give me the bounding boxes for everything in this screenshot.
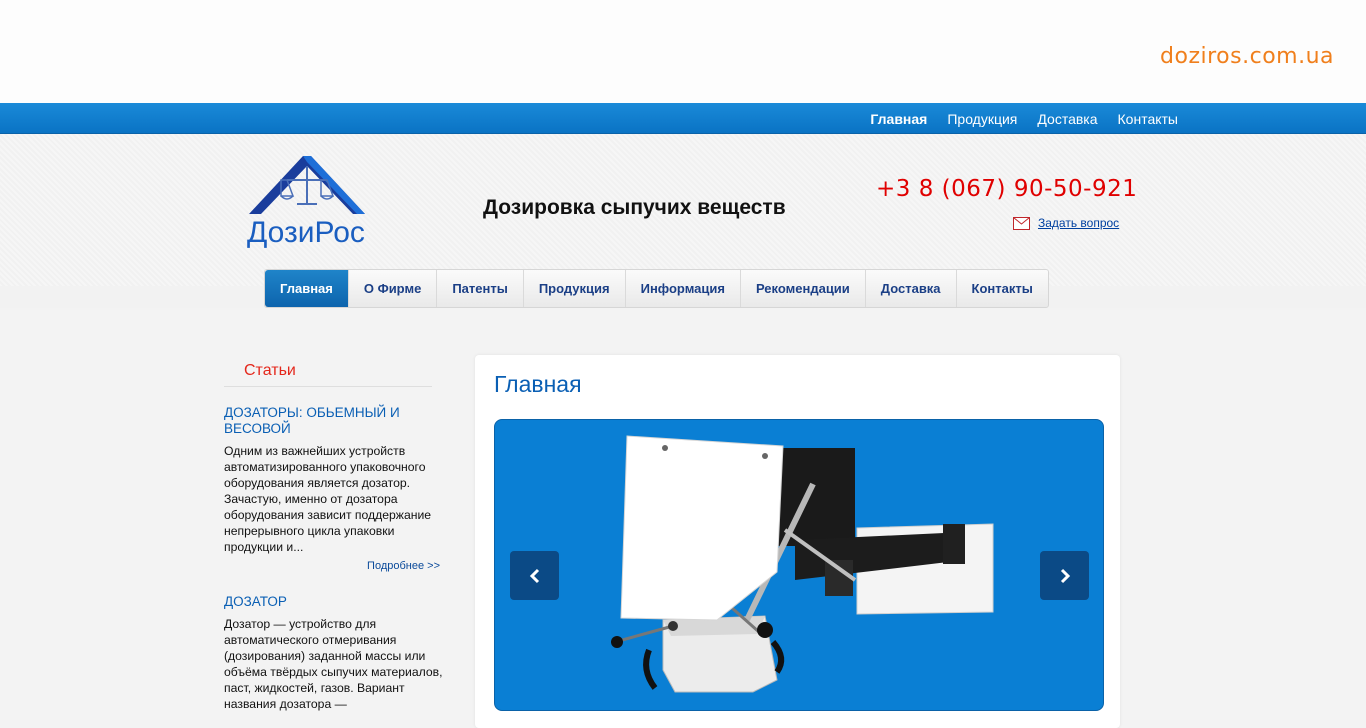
page-title: Главная bbox=[494, 371, 582, 397]
article-title[interactable]: ДОЗАТОР bbox=[224, 594, 446, 610]
mainnav-item-information[interactable]: Информация bbox=[626, 270, 741, 307]
article-excerpt: Одним из важнейших устройств автоматизир… bbox=[224, 444, 432, 554]
mainnav-item-patents[interactable]: Патенты bbox=[437, 270, 524, 307]
top-banner: doziros.com.ua bbox=[0, 0, 1366, 103]
chevron-right-icon bbox=[1060, 568, 1070, 583]
mainnav-item-delivery[interactable]: Доставка bbox=[866, 270, 957, 307]
mail-icon bbox=[1013, 216, 1030, 230]
slider-prev-button[interactable] bbox=[510, 551, 559, 600]
site-logo[interactable]: ДозиРос bbox=[247, 152, 377, 252]
article-excerpt: Дозатор — устройство для автоматического… bbox=[224, 617, 443, 711]
mainnav-item-contacts[interactable]: Контакты bbox=[957, 270, 1048, 307]
ask-question-link[interactable]: Задать вопрос bbox=[1038, 216, 1119, 230]
top-nav: Главная Продукция Доставка Контакты bbox=[870, 103, 1178, 134]
topnav-item-delivery[interactable]: Доставка bbox=[1037, 111, 1097, 127]
slider-next-button[interactable] bbox=[1040, 551, 1089, 600]
logo-text: ДозиРос bbox=[247, 216, 365, 249]
mainnav-item-recommendations[interactable]: Рекомендации bbox=[741, 270, 866, 307]
mainnav-item-products[interactable]: Продукция bbox=[524, 270, 626, 307]
main-content: Главная bbox=[475, 355, 1120, 728]
article-title[interactable]: ДОЗАТОРЫ: ОБЬЕМНЫЙ И ВЕСОВОЙ bbox=[224, 405, 446, 437]
topnav-item-contacts[interactable]: Контакты bbox=[1118, 111, 1178, 127]
mainnav-item-company[interactable]: О Фирме bbox=[349, 270, 438, 307]
site-header: ДозиРос Дозировка сыпучих веществ +3 8 (… bbox=[0, 134, 1366, 286]
top-navigation-bar: Главная Продукция Доставка Контакты bbox=[0, 103, 1366, 134]
dosing-machine-image bbox=[611, 435, 994, 693]
article-item: ДОЗАТОР Дозатор — устройство для автомат… bbox=[224, 594, 446, 712]
sidebar-title: Статьи bbox=[224, 362, 432, 387]
topnav-item-main[interactable]: Главная bbox=[870, 111, 927, 127]
scales-logo-icon bbox=[249, 156, 365, 214]
articles-sidebar: Статьи ДОЗАТОРЫ: ОБЬЕМНЫЙ И ВЕСОВОЙ Одни… bbox=[224, 362, 446, 712]
article-item: ДОЗАТОРЫ: ОБЬЕМНЫЙ И ВЕСОВОЙ Одним из ва… bbox=[224, 405, 446, 572]
main-nav: Главная О Фирме Патенты Продукция Информ… bbox=[264, 269, 1049, 308]
phone-number: +3 8 (067) 90-50-921 bbox=[876, 176, 1138, 202]
chevron-left-icon bbox=[529, 568, 539, 583]
image-slider bbox=[494, 419, 1104, 711]
site-tagline: Дозировка сыпучих веществ bbox=[483, 196, 786, 219]
mainnav-item-main[interactable]: Главная bbox=[265, 270, 349, 307]
domain-label: doziros.com.ua bbox=[1160, 44, 1334, 69]
read-more-link[interactable]: Подробнее >> bbox=[224, 560, 446, 572]
ask-question: Задать вопрос bbox=[1013, 216, 1119, 230]
topnav-item-products[interactable]: Продукция bbox=[947, 111, 1017, 127]
